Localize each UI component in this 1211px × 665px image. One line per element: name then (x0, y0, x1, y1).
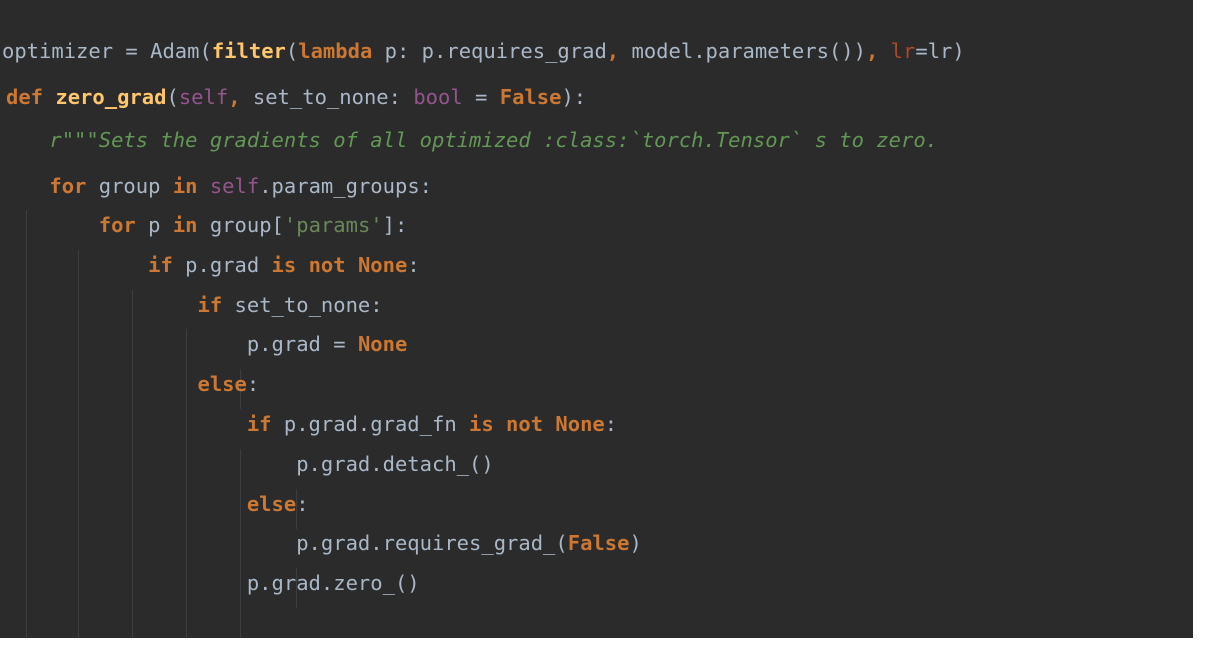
code-token-plain: p (135, 213, 173, 237)
code-line-for-p[interactable]: for p in group['params']: (0, 210, 408, 240)
code-token-plain: p: p.requires_grad (372, 39, 607, 63)
code-token-kw: None (357, 332, 408, 356)
code-token-kw: , (865, 39, 879, 63)
code-token-plain: p.grad (172, 253, 272, 277)
code-line-else[interactable]: else: (0, 369, 259, 399)
code-line-if-set-to-none[interactable]: if set_to_none: (0, 290, 383, 320)
code-token-plain: p.grad = (246, 332, 358, 356)
code-token-plain: set_to_none: (222, 293, 383, 317)
code-token-kw: in (172, 174, 198, 198)
code-token-plain: p.grad.requires_grad_( (296, 531, 568, 555)
code-token-kw: if (197, 293, 223, 317)
code-token-kw: if (246, 412, 272, 436)
code-line-detach[interactable]: p.grad.detach_() (0, 449, 494, 479)
code-token-kw: False (567, 531, 630, 555)
code-token-kw: def (6, 85, 44, 109)
code-line-def-zero-grad[interactable]: def zero_grad(self, set_to_none: bool = … (6, 82, 586, 112)
code-token-kw: is not None (469, 412, 605, 436)
code-token-self: self (209, 174, 260, 198)
code-line-zero[interactable]: p.grad.zero_() (0, 568, 420, 598)
code-token-plain: : (246, 372, 260, 396)
code-token-plain: p.grad.zero_() (246, 571, 420, 595)
code-token-plain: ]: (382, 213, 408, 237)
code-line-grad-none[interactable]: p.grad = None (0, 329, 407, 359)
code-token-kw: in (172, 213, 198, 237)
code-token-str: 'params' (283, 213, 383, 237)
code-token-self: bool (413, 85, 463, 109)
code-token-plain: p.grad.grad_fn (271, 412, 470, 436)
code-token-plain: ( (285, 39, 299, 63)
code-block: optimizer = Adam(filter(lambda p: p.requ… (0, 0, 965, 595)
code-token-kw: else (197, 372, 247, 396)
code-line-if-grad-not-none[interactable]: if p.grad is not None: (0, 250, 420, 280)
code-line-requires-grad[interactable]: p.grad.requires_grad_(False) (0, 528, 642, 558)
code-token-plain: optimizer = Adam( (2, 39, 212, 63)
code-token-plain: : (604, 412, 618, 436)
code-token-kw: False (499, 85, 562, 109)
code-token-plain: ) (629, 531, 642, 555)
code-token-plain: set_to_none: (240, 85, 414, 109)
code-token-kw: lambda (298, 39, 373, 63)
code-line-if-grad-fn[interactable]: if p.grad.grad_fn is not None: (0, 409, 617, 439)
code-token-kw: , (228, 85, 241, 109)
code-token-doc: r"""Sets the gradients of all optimized … (49, 128, 939, 152)
code-token-kw: for (49, 174, 87, 198)
code-token-plain: = (462, 85, 500, 109)
code-token-kw: if (148, 253, 173, 277)
code-token-plain: ): (561, 85, 587, 109)
code-token-kw: for (98, 213, 136, 237)
code-token-plain: : (296, 492, 309, 516)
code-token-plain: .param_groups: (259, 174, 433, 198)
code-token-plain: group[ (197, 213, 284, 237)
code-token-plain: p.grad.detach_() (296, 452, 494, 476)
code-line-for-group[interactable]: for group in self .param_groups: (0, 171, 432, 201)
code-token-plain: group (86, 174, 173, 198)
code-line-docstring[interactable]: r"""Sets the gradients of all optimized … (0, 125, 938, 155)
code-token-plain: model.parameters()) (619, 39, 866, 63)
code-token-plain: : (407, 253, 420, 277)
code-line-optimizer[interactable]: optimizer = Adam(filter(lambda p: p.requ… (2, 36, 965, 66)
code-token-kw: , (606, 39, 620, 63)
code-token-fn: zero_grad (55, 85, 167, 109)
code-line-else-inner[interactable]: else: (0, 489, 309, 519)
code-token-fn: filter (211, 39, 286, 63)
code-token-kw: else (246, 492, 297, 516)
code-token-plain: =lr) (915, 39, 965, 63)
code-token-plain: ( (166, 85, 179, 109)
code-token-kw: is not None (271, 253, 408, 277)
code-token-param: lr (890, 39, 916, 63)
code-token-self: self (178, 85, 229, 109)
code-editor[interactable]: optimizer = Adam(filter(lambda p: p.requ… (0, 0, 1193, 638)
